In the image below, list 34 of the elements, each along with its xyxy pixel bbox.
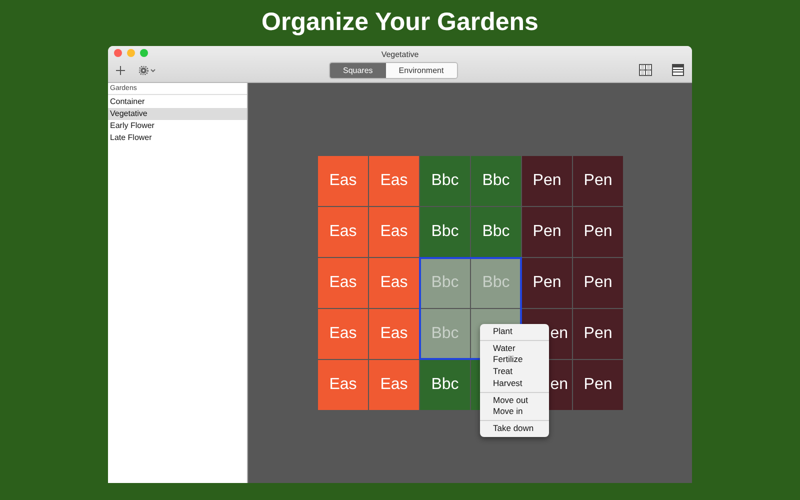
menu-item[interactable]: Take down <box>480 422 549 435</box>
garden-square[interactable]: Bbc <box>420 156 470 206</box>
garden-item[interactable]: Early Flower <box>108 120 247 132</box>
garden-square[interactable]: Bbc <box>471 156 521 206</box>
garden-square[interactable]: Pen <box>573 360 623 410</box>
garden-square[interactable]: Pen <box>522 156 572 206</box>
close-button[interactable] <box>114 49 122 57</box>
garden-square[interactable]: Pen <box>573 258 623 308</box>
menu-item[interactable]: Move in <box>480 406 549 418</box>
menu-item[interactable]: Treat <box>480 366 549 378</box>
grid-view-icon[interactable] <box>639 64 652 76</box>
garden-item[interactable]: Vegetative <box>108 108 247 120</box>
garden-square[interactable]: Bbc <box>471 207 521 257</box>
add-icon[interactable] <box>116 66 125 74</box>
garden-square[interactable]: Pen <box>573 156 623 206</box>
menu-item[interactable]: Move out <box>480 394 549 406</box>
menu-item[interactable]: Fertilize <box>480 354 549 366</box>
garden-square[interactable]: Bbc <box>420 207 470 257</box>
garden-item[interactable]: Container <box>108 96 247 108</box>
menu-item[interactable]: Water <box>480 342 549 354</box>
view-tab[interactable]: Environment <box>386 62 457 78</box>
garden-square[interactable]: Bbc <box>420 360 470 410</box>
garden-square[interactable]: Pen <box>522 207 572 257</box>
garden-square[interactable]: Pen <box>573 309 623 359</box>
view-tab[interactable]: Squares <box>330 62 386 78</box>
settings-icon[interactable] <box>139 66 157 74</box>
garden-square[interactable]: Pen <box>522 258 572 308</box>
window-title: Vegetative <box>381 50 419 59</box>
menu-item[interactable]: Harvest <box>480 378 549 390</box>
menu-item[interactable]: Plant <box>480 326 549 338</box>
garden-item[interactable]: Late Flower <box>108 132 247 144</box>
headline: Organize Your Gardens <box>262 8 538 37</box>
garden-square[interactable]: Pen <box>573 207 623 257</box>
list-view-icon[interactable] <box>672 64 684 76</box>
